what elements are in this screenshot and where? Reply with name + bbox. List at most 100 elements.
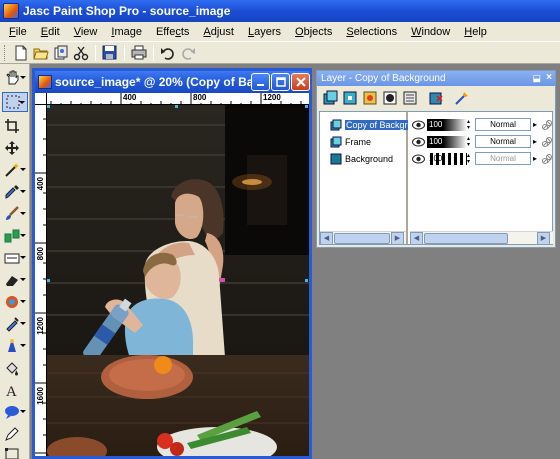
palette-close-icon[interactable]: ×: [546, 72, 552, 83]
vertical-ruler[interactable]: 400 800 1200 1600: [35, 105, 47, 456]
layer-palette: Layer - Copy of Background ⬓ × Copy of B…: [316, 70, 556, 248]
layer-properties-scrollbar[interactable]: ◀ ▶: [410, 231, 553, 245]
redo-icon[interactable]: [178, 43, 197, 62]
visibility-eye-icon[interactable]: [412, 120, 425, 130]
move-tool-icon[interactable]: [2, 138, 28, 158]
new-mask-layer-icon[interactable]: [381, 89, 399, 107]
blend-mode-select[interactable]: Normal: [475, 135, 531, 148]
scroll-right-icon[interactable]: ▶: [391, 231, 404, 245]
retouch-tool-icon[interactable]: [2, 314, 28, 334]
scroll-thumb[interactable]: [334, 232, 390, 244]
blend-dropdown-icon[interactable]: ▸: [531, 118, 539, 131]
dropper-tool-icon[interactable]: [2, 182, 28, 202]
clone-brush-tool-icon[interactable]: [2, 226, 28, 246]
blend-dropdown-icon[interactable]: ▸: [531, 152, 539, 165]
blend-dropdown-icon[interactable]: ▸: [531, 135, 539, 148]
app-title-bar[interactable]: Jasc Paint Shop Pro - source_image: [0, 0, 560, 22]
new-file-icon[interactable]: [11, 43, 30, 62]
ruler-label: 800: [193, 93, 207, 102]
menu-objects[interactable]: Objects: [288, 26, 339, 38]
ruler-label: 400: [36, 177, 45, 191]
raster-layer-icon: [330, 136, 342, 147]
scroll-thumb[interactable]: [424, 232, 508, 244]
flood-fill-tool-icon[interactable]: [2, 358, 28, 378]
opacity-spinner[interactable]: ▴ ▾: [467, 119, 473, 131]
opacity-spinner[interactable]: ▴ ▾: [467, 136, 473, 148]
layer-row-copy-of-background[interactable]: Copy of Background: [330, 117, 408, 132]
menu-selections[interactable]: Selections: [339, 26, 404, 38]
text-tool-icon[interactable]: A: [2, 380, 28, 400]
pin-icon[interactable]: ⬓: [532, 73, 541, 84]
link-lock-icon[interactable]: [541, 153, 553, 165]
image-canvas[interactable]: [47, 105, 309, 456]
minimize-button[interactable]: [251, 73, 270, 91]
layer-names-scrollbar[interactable]: ◀ ▶: [320, 231, 406, 245]
link-lock-icon[interactable]: [541, 136, 553, 148]
new-adjustment-layer-icon[interactable]: [361, 89, 379, 107]
toolbar-grip[interactable]: [4, 44, 7, 61]
scroll-left-icon[interactable]: ◀: [320, 231, 333, 245]
selection-tool-icon[interactable]: [2, 92, 28, 112]
menu-layers[interactable]: Layers: [241, 26, 288, 38]
crop-tool-icon[interactable]: [2, 116, 28, 136]
blend-mode-select[interactable]: Normal: [475, 118, 531, 131]
ruler-label: 1200: [36, 317, 45, 335]
scroll-right-icon[interactable]: ▶: [537, 231, 550, 245]
browse-icon[interactable]: [51, 43, 70, 62]
layer-properties-pane: 100 ▴ ▾ Normal ▸ 100 ▴ ▾ Normal ▸ 100 ▴ ▾ N…: [410, 112, 553, 245]
layer-names-pane: Copy of Background Frame Background ◀ ▶: [320, 112, 408, 245]
lighten-darken-tool-icon[interactable]: [2, 336, 28, 356]
layer-row-background[interactable]: Background: [330, 151, 408, 166]
menu-image[interactable]: Image: [104, 26, 149, 38]
pan-hand-tool-icon[interactable]: [2, 68, 28, 88]
print-icon[interactable]: [129, 43, 148, 62]
opacity-spinner[interactable]: ▴ ▾: [467, 153, 473, 165]
toolbar-separator: [153, 44, 154, 61]
opacity-slider[interactable]: 100: [427, 118, 467, 131]
menu-view[interactable]: View: [67, 26, 105, 38]
document-icon: [38, 75, 52, 89]
open-folder-icon[interactable]: [31, 43, 50, 62]
opacity-slider[interactable]: 100: [427, 135, 467, 148]
eraser-tool-icon[interactable]: [2, 270, 28, 290]
layer-palette-title-bar[interactable]: Layer - Copy of Background ⬓ ×: [317, 71, 555, 86]
new-raster-layer-icon[interactable]: [321, 89, 339, 107]
magic-wand-tool-icon[interactable]: [2, 160, 28, 180]
paint-brush-tool-icon[interactable]: [2, 204, 28, 224]
menu-adjust[interactable]: Adjust: [196, 26, 241, 38]
picture-tube-tool-icon[interactable]: [2, 292, 28, 312]
menu-file[interactable]: File: [2, 26, 34, 38]
cut-scissors-icon[interactable]: [71, 43, 90, 62]
edit-selection-icon[interactable]: [453, 89, 471, 107]
visibility-eye-icon[interactable]: [412, 154, 425, 164]
preset-shape-tool-icon[interactable]: [2, 402, 28, 422]
layer-row-frame[interactable]: Frame: [330, 134, 408, 149]
pen-tool-icon[interactable]: [2, 424, 28, 444]
app-title: Jasc Paint Shop Pro - source_image: [23, 4, 231, 18]
layer-props-background: 100 ▴ ▾ Normal ▸: [412, 151, 553, 166]
delete-layer-icon[interactable]: [427, 89, 445, 107]
undo-icon[interactable]: [158, 43, 177, 62]
blend-mode-select[interactable]: Normal: [475, 152, 531, 165]
new-group-layer-icon[interactable]: [401, 89, 419, 107]
menu-edit[interactable]: Edit: [34, 26, 67, 38]
ruler-label: 1200: [263, 93, 281, 102]
close-icon: [295, 77, 306, 87]
menu-help[interactable]: Help: [457, 26, 494, 38]
horizontal-ruler[interactable]: 400 800 1200: [47, 93, 309, 105]
toolbar-separator: [95, 44, 96, 61]
scratch-remover-tool-icon[interactable]: [2, 248, 28, 268]
new-vector-layer-icon[interactable]: [341, 89, 359, 107]
menu-window[interactable]: Window: [404, 26, 457, 38]
menu-effects[interactable]: Effects: [149, 26, 196, 38]
link-lock-icon[interactable]: [541, 119, 553, 131]
save-icon[interactable]: [100, 43, 119, 62]
visibility-eye-icon[interactable]: [412, 137, 425, 147]
opacity-slider[interactable]: 100: [427, 152, 467, 165]
maximize-button[interactable]: [271, 73, 290, 91]
standard-toolbar: [0, 41, 560, 64]
scroll-left-icon[interactable]: ◀: [410, 231, 423, 245]
object-selector-tool-icon[interactable]: [2, 444, 28, 459]
close-button[interactable]: [291, 73, 310, 91]
tools-bar: A: [0, 64, 30, 459]
